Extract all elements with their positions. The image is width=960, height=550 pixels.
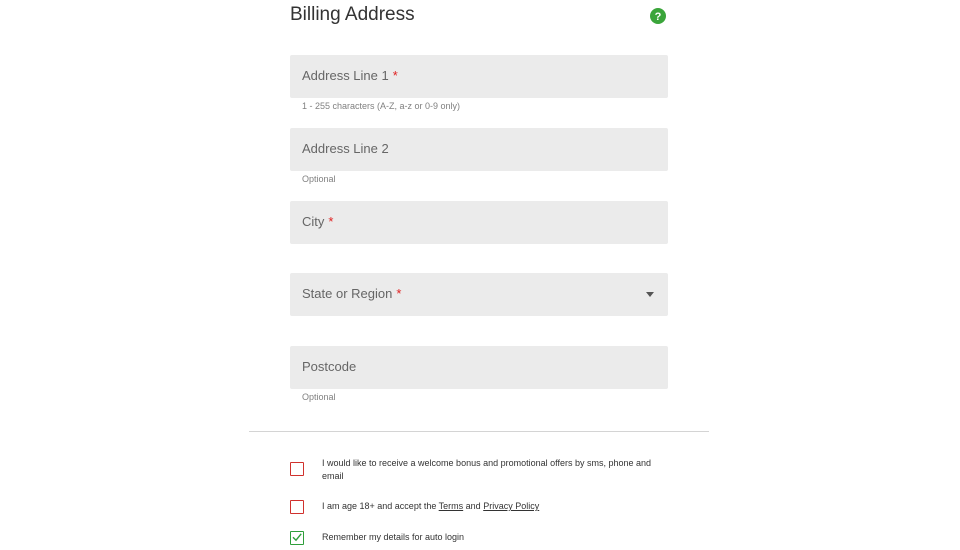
checkmark-icon (292, 533, 302, 542)
state-region-select[interactable]: State or Region * (290, 273, 668, 316)
question-circle-icon[interactable]: ? (650, 8, 666, 24)
svg-text:?: ? (655, 11, 662, 23)
remember-me-checkbox[interactable] (290, 531, 304, 545)
city-field[interactable]: City * (290, 201, 668, 244)
required-marker: * (392, 68, 398, 83)
state-region-label: State or Region * (302, 286, 402, 301)
age-terms-checkbox[interactable] (290, 500, 304, 514)
city-label: City * (302, 214, 334, 229)
postcode-field[interactable]: Postcode (290, 346, 668, 389)
address-line-2-hint: Optional (302, 174, 336, 184)
caret-down-icon (646, 292, 654, 297)
required-marker: * (328, 214, 334, 229)
privacy-policy-link[interactable]: Privacy Policy (483, 501, 539, 511)
age-terms-label: I am age 18+ and accept the Terms and Pr… (322, 501, 540, 511)
promo-offers-checkbox[interactable] (290, 462, 304, 476)
billing-address-form: Billing Address ? Address Line 1 * 1 - 25… (0, 0, 960, 550)
address-line-1-field[interactable]: Address Line 1 * (290, 55, 668, 98)
remember-me-label: Remember my details for auto login (322, 532, 465, 542)
address-line-1-label: Address Line 1 * (302, 68, 398, 83)
promo-offers-label: I would like to receive a welcome bonus … (322, 458, 652, 481)
terms-link[interactable]: Terms (439, 501, 464, 511)
address-line-2-label: Address Line 2 (302, 141, 389, 156)
section-title: Billing Address (290, 4, 415, 25)
required-marker: * (396, 286, 402, 301)
postcode-hint: Optional (302, 392, 336, 402)
address-line-2-field[interactable]: Address Line 2 (290, 128, 668, 171)
divider (249, 431, 709, 432)
postcode-label: Postcode (302, 359, 357, 374)
address-line-1-hint: 1 - 255 characters (A-Z, a-z or 0-9 only… (302, 101, 461, 111)
